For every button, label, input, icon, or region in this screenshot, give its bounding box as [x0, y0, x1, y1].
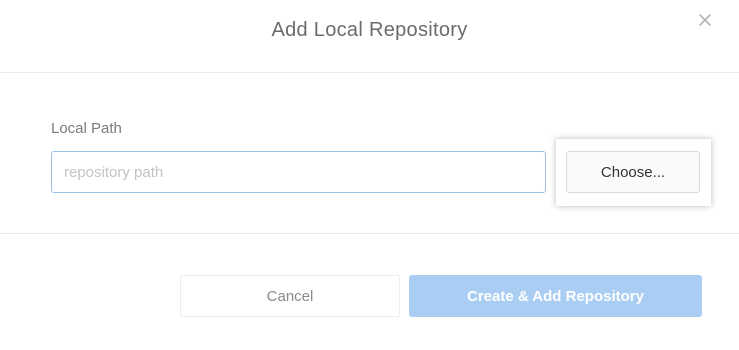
- choose-button-highlight: Choose...: [556, 139, 711, 206]
- dialog-title: Add Local Repository: [271, 19, 468, 41]
- create-add-repository-button[interactable]: Create & Add Repository: [409, 275, 702, 317]
- cancel-button[interactable]: Cancel: [180, 275, 400, 317]
- choose-button[interactable]: Choose...: [566, 151, 700, 193]
- dialog-footer: Cancel Create & Add Repository: [0, 234, 739, 350]
- repository-path-input[interactable]: [51, 151, 546, 193]
- add-local-repository-dialog: Add Local Repository Local Path Choose..…: [0, 0, 739, 350]
- local-path-label: Local Path: [51, 120, 122, 137]
- dialog-body: Local Path Choose...: [0, 73, 739, 234]
- close-icon[interactable]: [694, 9, 716, 31]
- dialog-header: Add Local Repository: [0, 0, 739, 73]
